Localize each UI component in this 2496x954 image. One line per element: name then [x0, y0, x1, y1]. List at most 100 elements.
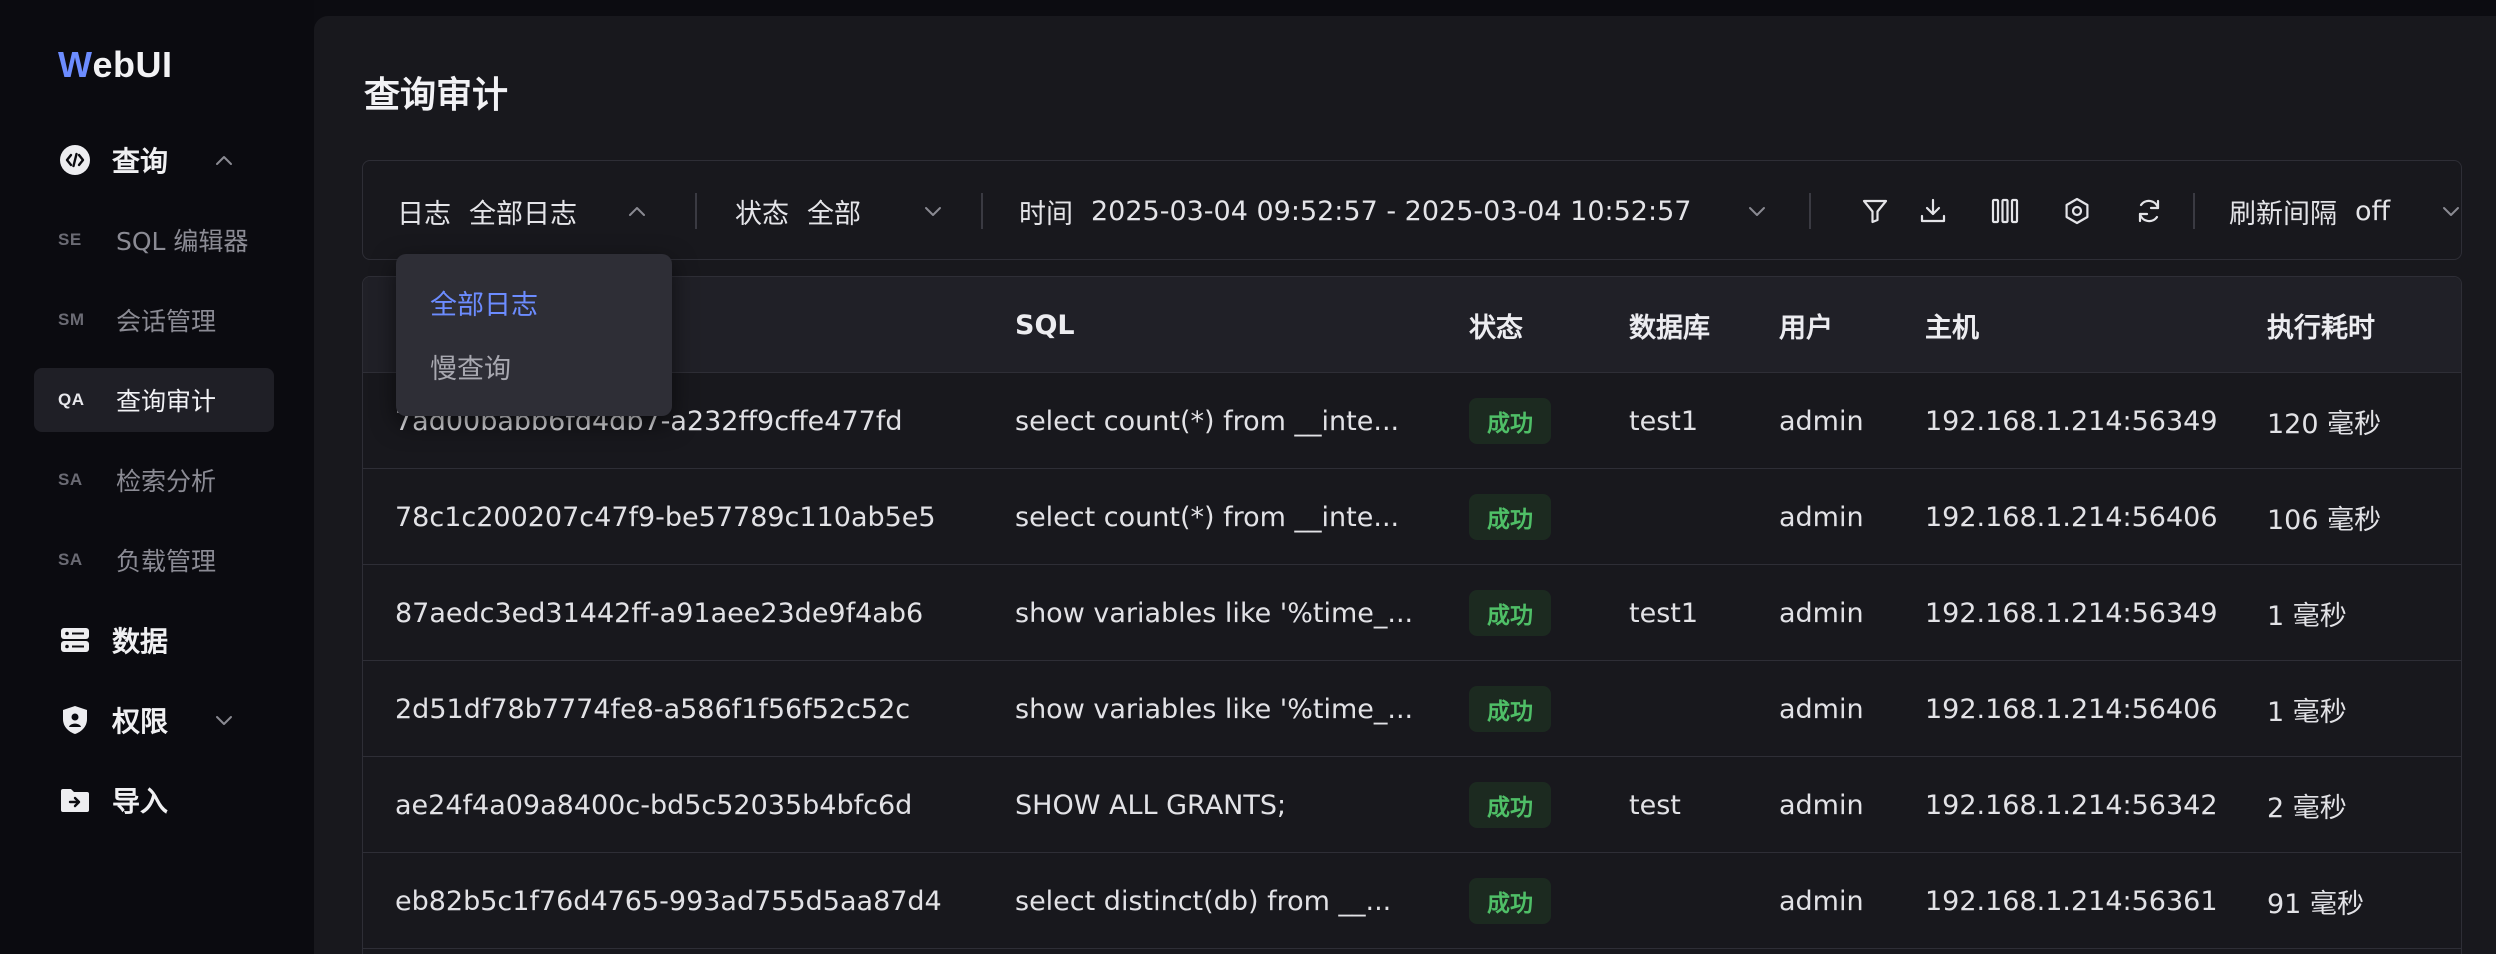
column-header-sql[interactable]: SQL: [1015, 277, 1075, 373]
sidebar: WebUI 查询 SE SQL 编辑器 SM 会话管理 QA 查询审计 SA 检…: [0, 0, 314, 954]
cell-query-id: eb82b5c1f76d4765-993ad755d5aa87d4: [395, 885, 942, 917]
cell-database: test1: [1629, 597, 1699, 629]
time-range-value: 2025-03-04 09:52:57 - 2025-03-04 10:52:5…: [1091, 195, 1692, 227]
filter-toolbar: 日志 全部日志 状态 全部 时间 2025-03-04 09:52:57 - 2…: [362, 160, 2462, 260]
cell-user: admin: [1779, 693, 1864, 725]
columns-icon[interactable]: [1987, 193, 2023, 229]
app-logo[interactable]: WebUI: [58, 42, 173, 88]
cell-duration: 120 毫秒: [2267, 408, 2382, 440]
page-title: 查询审计: [364, 75, 509, 116]
chevron-up-icon[interactable]: [625, 201, 649, 221]
column-header-duration[interactable]: 执行耗时: [2267, 277, 2375, 373]
logo-initial: W: [58, 44, 93, 85]
cell-sql: show variables like '%time_...: [1015, 693, 1414, 725]
download-icon[interactable]: [1915, 193, 1951, 229]
cell-user: admin: [1779, 789, 1864, 821]
sidebar-group-permission[interactable]: 权限: [34, 688, 274, 752]
cell-duration: 2 毫秒: [2267, 792, 2347, 824]
status-value: 全部: [807, 198, 861, 230]
status-badge: 成功: [1469, 494, 1551, 540]
column-header-host[interactable]: 主机: [1925, 277, 1979, 373]
dropdown-option-all-logs[interactable]: 全部日志: [430, 280, 538, 324]
sidebar-item-session-manage[interactable]: SM 会话管理: [34, 288, 274, 352]
column-header-database[interactable]: 数据库: [1629, 277, 1710, 373]
cell-host: 192.168.1.214:56406: [1925, 693, 2218, 725]
cell-duration: 1 毫秒: [2267, 600, 2347, 632]
settings-icon[interactable]: [2059, 193, 2095, 229]
toolbar-divider: [1809, 193, 1811, 229]
status-badge: 成功: [1469, 590, 1551, 636]
audit-table: SQL 状态 数据库 用户 主机 执行耗时 7ad00babb6fd4db7-a…: [362, 276, 2462, 954]
status-badge: 成功: [1469, 782, 1551, 828]
sidebar-item-search-analysis[interactable]: SA 检索分析: [34, 448, 274, 512]
sidebar-item-abbr: SA: [58, 470, 83, 489]
chevron-down-icon: [212, 710, 236, 730]
sidebar-item-label: 查询审计: [116, 387, 217, 416]
sidebar-item-query-audit[interactable]: QA 查询审计: [34, 368, 274, 432]
code-icon: [58, 143, 92, 177]
table-row[interactable]: 7ad00babb6fd4db7-a232ff9cffe477fd select …: [363, 373, 2461, 469]
sidebar-item-abbr: SE: [58, 230, 82, 249]
sidebar-item-label: 会话管理: [116, 307, 217, 336]
cell-host: 192.168.1.214:56361: [1925, 885, 2218, 917]
refresh-interval-value: off: [2355, 195, 2391, 227]
sidebar-group-label: 数据: [112, 625, 169, 658]
sidebar-item-workload-manage[interactable]: SA 负载管理: [34, 528, 274, 592]
status-select[interactable]: 状态 全部: [735, 161, 935, 261]
cell-duration: 91 毫秒: [2267, 888, 2364, 920]
chevron-down-icon[interactable]: [1745, 201, 1769, 221]
column-header-user[interactable]: 用户: [1779, 277, 1833, 373]
cell-status: 成功: [1469, 373, 1551, 469]
sidebar-group-query[interactable]: 查询: [34, 128, 274, 192]
cell-user: admin: [1779, 501, 1864, 533]
sidebar-item-label: SQL 编辑器: [116, 227, 249, 256]
table-row[interactable]: 2d51df78b7774fe8-a586f1f56f52c52c show va…: [363, 661, 2461, 757]
cell-host: 192.168.1.214:56349: [1925, 405, 2218, 437]
folder-import-icon: [58, 783, 92, 817]
cell-database: test1: [1629, 405, 1699, 437]
sidebar-item-abbr: SM: [58, 310, 85, 329]
logo-text: ebUI: [92, 44, 173, 85]
chevron-down-icon[interactable]: [2439, 201, 2463, 221]
status-label: 状态: [735, 198, 789, 230]
cell-database: test: [1629, 789, 1681, 821]
toolbar-divider: [2193, 193, 2195, 229]
cell-status: 成功: [1469, 661, 1551, 757]
cell-sql: show variables like '%time_...: [1015, 597, 1414, 629]
table-row[interactable]: 87aedc3ed31442ff-a91aee23de9f4ab6 show va…: [363, 565, 2461, 661]
sidebar-group-label: 查询: [112, 145, 169, 178]
log-type-label: 日志: [397, 198, 451, 230]
cell-host: 192.168.1.214:56342: [1925, 789, 2218, 821]
log-type-value: 全部日志: [469, 198, 577, 230]
sidebar-group-import[interactable]: 导入: [34, 768, 274, 832]
time-label: 时间: [1019, 198, 1073, 230]
cell-status: 成功: [1469, 853, 1551, 949]
table-row[interactable]: eb82b5c1f76d4765-993ad755d5aa87d4 select …: [363, 853, 2461, 949]
dropdown-option-slow-query[interactable]: 慢查询: [430, 344, 511, 388]
cell-status: 成功: [1469, 469, 1551, 565]
table-row[interactable]: 78c1c200207c47f9-be57789c110ab5e5 select …: [363, 469, 2461, 565]
cell-status: 成功: [1469, 565, 1551, 661]
sidebar-item-sql-editor[interactable]: SE SQL 编辑器: [34, 208, 274, 272]
refresh-icon[interactable]: [2131, 193, 2167, 229]
cell-duration: 106 毫秒: [2267, 504, 2382, 536]
cell-duration: 1 毫秒: [2267, 696, 2347, 728]
sidebar-item-label: 负载管理: [116, 547, 217, 576]
cell-user: admin: [1779, 405, 1864, 437]
filter-icon[interactable]: [1857, 193, 1893, 229]
chevron-up-icon: [212, 150, 236, 170]
column-header-status[interactable]: 状态: [1469, 277, 1523, 373]
chevron-down-icon[interactable]: [921, 201, 945, 221]
sidebar-group-data[interactable]: 数据: [34, 608, 274, 672]
sidebar-group-label: 导入: [112, 785, 169, 818]
time-range-picker[interactable]: 时间 2025-03-04 09:52:57 - 2025-03-04 10:5…: [1019, 161, 1799, 261]
status-badge: 成功: [1469, 398, 1551, 444]
sidebar-item-label: 检索分析: [116, 467, 217, 496]
main-panel: 查询审计 日志 全部日志 状态 全部 时间 2025-03-04 09:52:5…: [314, 16, 2496, 954]
sidebar-group-label: 权限: [112, 705, 169, 738]
toolbar-divider: [695, 193, 697, 229]
table-row[interactable]: ae24f4a09a8400c-bd5c52035b4bfc6d SHOW ALL…: [363, 757, 2461, 853]
shield-icon: [58, 703, 92, 737]
cell-sql: select distinct(db) from __...: [1015, 885, 1392, 917]
refresh-interval-select[interactable]: 刷新间隔 off: [2229, 161, 2449, 261]
